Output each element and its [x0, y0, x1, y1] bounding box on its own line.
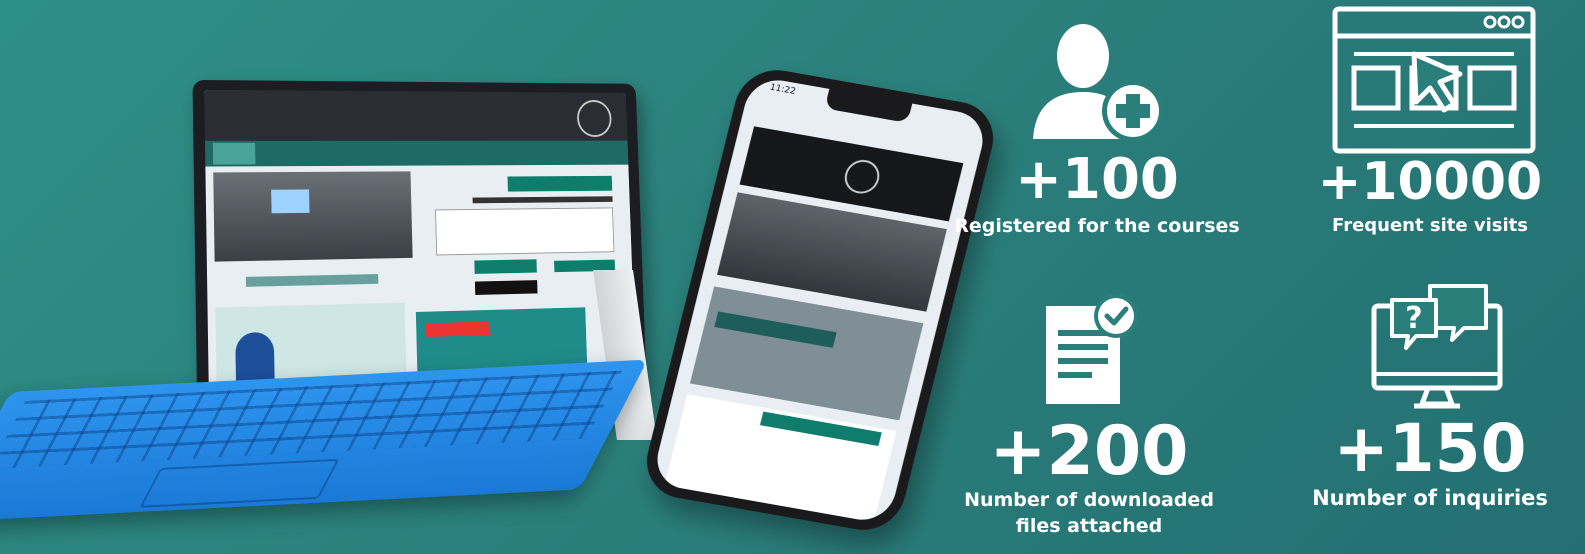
website-hero-image [213, 171, 412, 261]
website-suggestion-form [435, 207, 614, 255]
laptop-mockup [0, 0, 700, 554]
keyboard-keys [0, 371, 622, 469]
stat-label: Registered for the courses [950, 214, 1244, 240]
stat-value: +100 [950, 152, 1244, 208]
user-add-icon [1028, 14, 1168, 144]
stat-site-visits: +10000 Frequent site visits [1290, 156, 1570, 238]
website-header [204, 90, 627, 141]
website-logo [577, 100, 613, 137]
stat-label: Frequent site visits [1290, 214, 1570, 238]
phone-notch [825, 89, 913, 123]
website-button-dark [475, 280, 538, 295]
monitor-question-icon: ? [1368, 282, 1508, 412]
website-nav-active-item [213, 143, 256, 165]
stat-value: +150 [1290, 416, 1570, 482]
stat-inquiries: +150 Number of inquiries [1290, 416, 1570, 512]
phone-screen: 11:22 [651, 75, 990, 524]
stat-label: Number of downloaded files attached [954, 488, 1224, 539]
document-check-icon [1040, 292, 1140, 410]
stat-downloaded-files: +200 Number of downloaded files attached [944, 418, 1234, 539]
stat-registered: +100 Registered for the courses [950, 152, 1244, 240]
website-nav-bar [205, 141, 628, 167]
website-hero-subtitle [473, 196, 613, 203]
stat-value: +10000 [1290, 156, 1570, 208]
keyboard-cover [0, 360, 648, 522]
website-button-portal [474, 259, 537, 274]
trackpad [139, 459, 339, 508]
browser-window-icon [1332, 6, 1536, 154]
phone-status-time: 11:22 [769, 83, 797, 97]
svg-text:?: ? [1405, 301, 1422, 336]
stat-label: Number of inquiries [1290, 484, 1570, 512]
website-hero-title [507, 176, 612, 192]
stat-value: +200 [944, 418, 1234, 486]
website-welcome-text [246, 274, 378, 287]
